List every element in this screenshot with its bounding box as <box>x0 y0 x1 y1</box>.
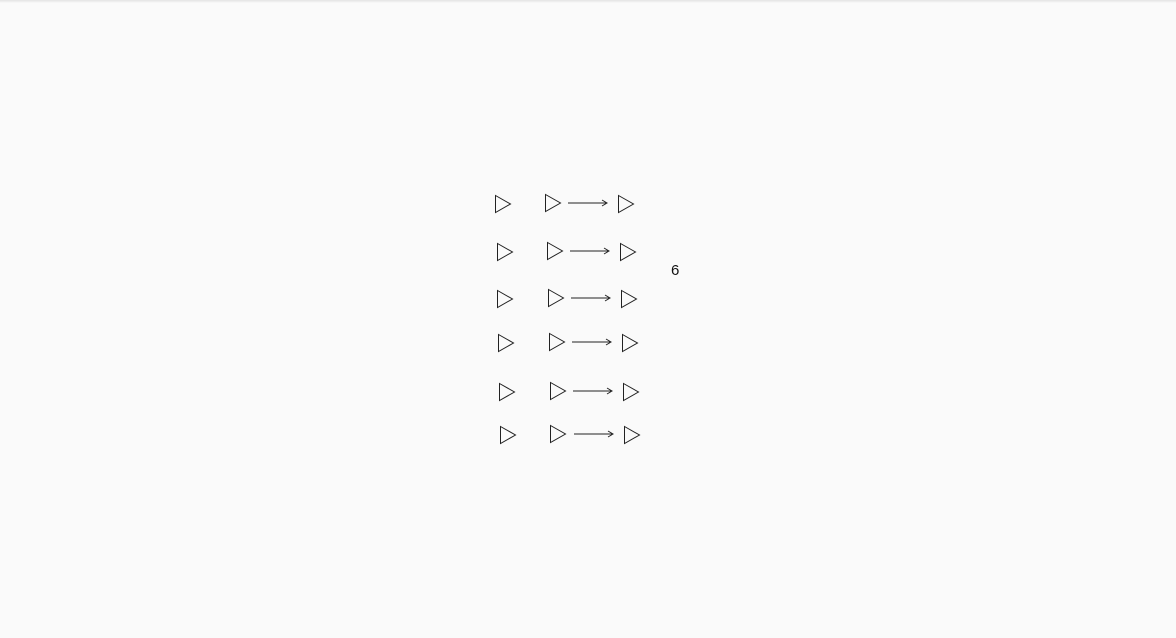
play-triangle-icon <box>550 424 567 444</box>
play-triangle-icon <box>497 289 514 309</box>
arrow-right-icon <box>568 199 608 207</box>
sequence-row <box>496 241 656 265</box>
sequence-row <box>499 424 659 448</box>
play-triangle-icon <box>499 382 516 402</box>
sequence-row <box>498 381 658 405</box>
sequence-row <box>497 332 657 356</box>
arrow-right-icon <box>572 338 612 346</box>
arrow-right-icon <box>573 387 613 395</box>
play-triangle-icon <box>622 333 639 353</box>
play-triangle-icon <box>498 333 515 353</box>
arrow-right-icon <box>571 294 611 302</box>
play-triangle-icon <box>621 289 638 309</box>
sequence-row <box>496 288 656 312</box>
play-triangle-icon <box>620 242 637 262</box>
play-triangle-icon <box>547 241 564 261</box>
canvas: 6 <box>0 0 1176 638</box>
play-triangle-icon <box>548 288 565 308</box>
play-triangle-icon <box>497 242 514 262</box>
play-triangle-icon <box>550 381 567 401</box>
arrow-right-icon <box>574 430 614 438</box>
play-triangle-icon <box>495 194 512 214</box>
play-triangle-icon <box>624 425 641 445</box>
play-triangle-icon <box>545 193 562 213</box>
arrow-right-icon <box>570 247 610 255</box>
play-triangle-icon <box>623 382 640 402</box>
play-triangle-icon <box>549 332 566 352</box>
play-triangle-icon <box>618 194 635 214</box>
counter-value: 6 <box>671 262 680 279</box>
sequence-row <box>494 193 654 217</box>
play-triangle-icon <box>500 425 517 445</box>
